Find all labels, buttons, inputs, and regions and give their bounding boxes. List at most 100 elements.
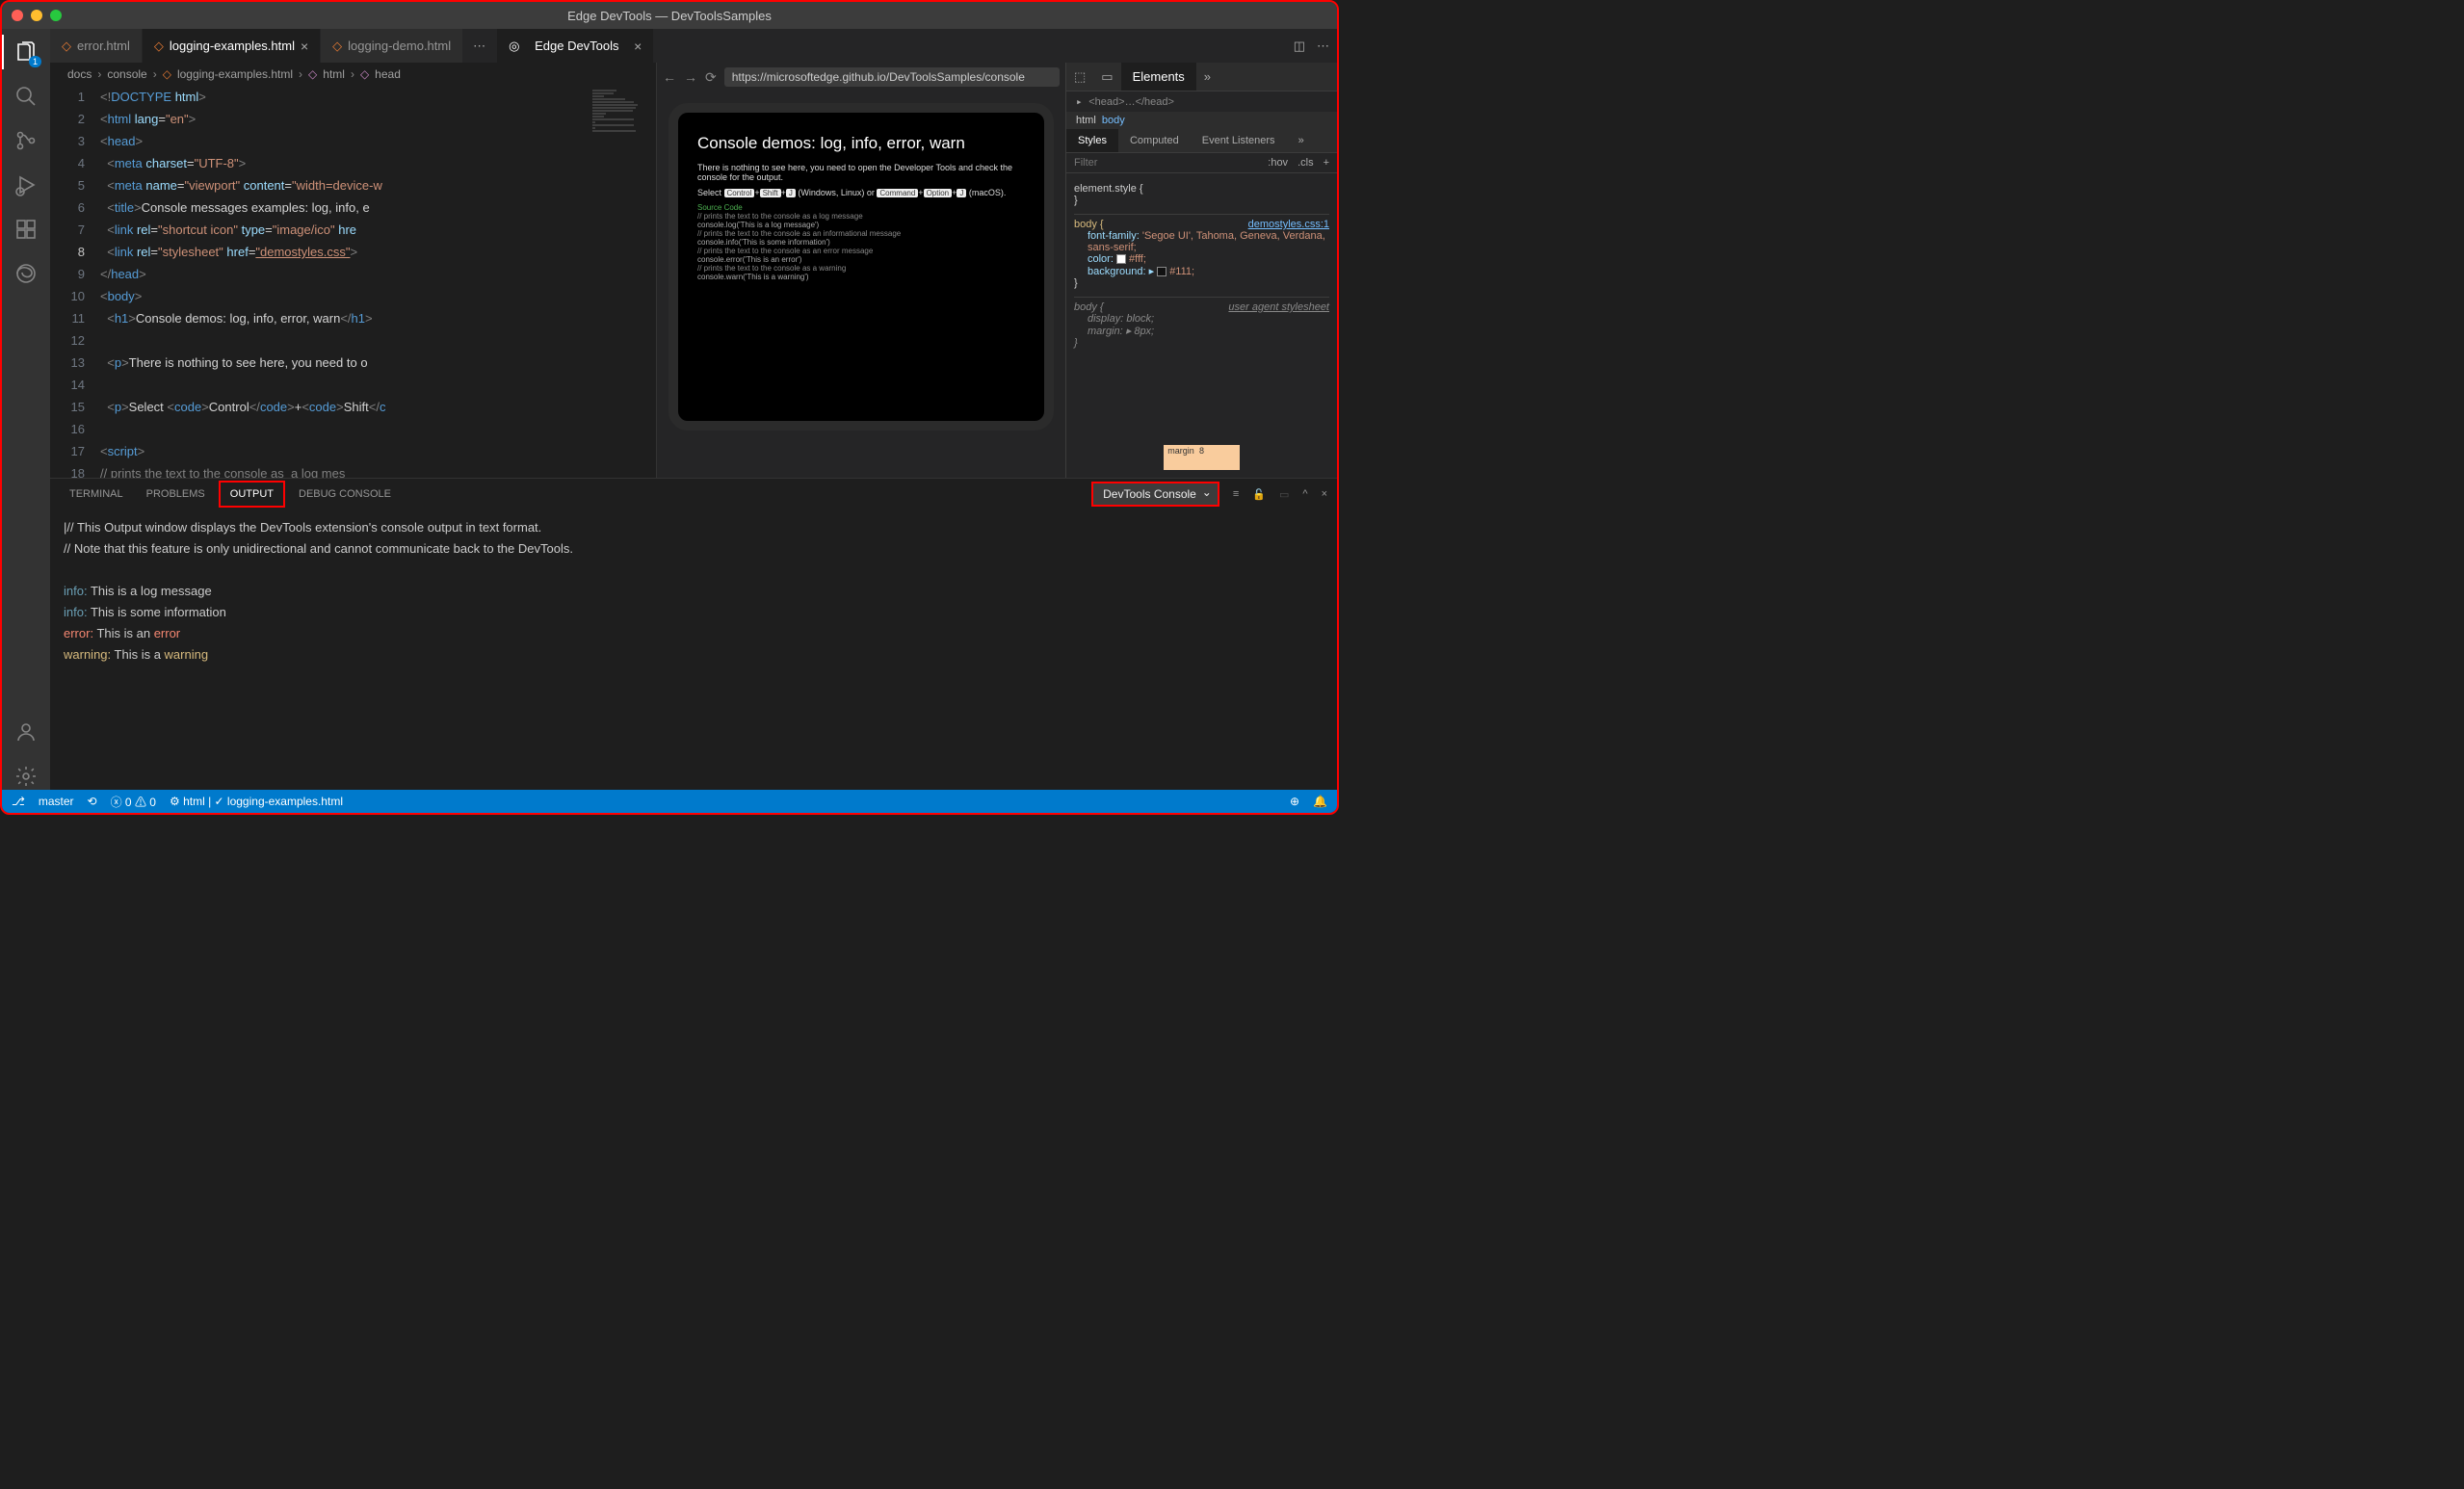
dom-tree[interactable]: ▸ <head>…</head> [1066,91,1337,112]
tab-terminal[interactable]: TERMINAL [60,483,133,506]
status-bar: ⎇ master ⟲ ⓧ 0 ⚠ 0 ⚙ html | ✓ logging-exa… [2,790,1337,813]
clear-icon[interactable]: 🔓 [1252,488,1266,501]
explorer-icon[interactable]: 1 [13,39,39,65]
close-icon[interactable]: × [634,39,642,54]
url-input[interactable] [724,67,1060,87]
page-p2: Select Control+Shift+J (Windows, Linux) … [697,188,1025,197]
problems-status[interactable]: ⓧ 0 ⚠ 0 [111,794,156,810]
tab-edge-devtools[interactable]: ◎ Edge DevTools × [497,29,654,63]
activity-bar: 1 [2,29,50,790]
tab-label: logging-demo.html [348,39,451,53]
crumb[interactable]: html [323,67,345,81]
more-tabs-icon[interactable]: » [1196,69,1219,84]
panel-tabs: TERMINAL PROBLEMS OUTPUT DEBUG CONSOLE D… [50,479,1337,509]
page-p1: There is nothing to see here, you need t… [697,163,1025,182]
tab-styles[interactable]: Styles [1066,129,1118,152]
content-area: ◇error.html ◇logging-examples.html× ◇log… [50,29,1337,790]
explorer-badge: 1 [29,56,41,67]
tab-debug-console[interactable]: DEBUG CONSOLE [289,483,401,506]
css-rules[interactable]: element.style {} demostyles.css:1 body {… [1066,173,1337,437]
source-link[interactable]: demostyles.css:1 [1248,219,1329,230]
tab-error-html[interactable]: ◇error.html [50,29,143,63]
forward-icon[interactable]: → [684,69,697,85]
styles-filter-row: :hov .cls + [1066,153,1337,173]
feedback-icon[interactable]: ⊕ [1290,795,1299,808]
element-picker-icon[interactable]: ⬚ [1066,69,1093,85]
zoom-window[interactable] [50,10,62,21]
styles-tabs: Styles Computed Event Listeners » [1066,129,1337,153]
editor-split: docs› console› ◇logging-examples.html› ◇… [50,63,1337,478]
tab-label: Edge DevTools [535,39,618,53]
account-icon[interactable] [13,718,39,745]
close-panel-icon[interactable]: × [1322,488,1327,500]
output-channel-dropdown[interactable]: DevTools Console [1091,482,1219,507]
language-status[interactable]: ⚙ html | ✓ logging-examples.html [170,795,343,808]
tab-elements[interactable]: Elements [1121,63,1196,91]
inspector-column: ⬚ ▭ Elements » ▸ <head>…</head> html bod… [1066,63,1337,478]
cls-toggle[interactable]: .cls [1298,157,1314,169]
edge-icon: ◎ [509,39,519,54]
dom-breadcrumb[interactable]: html body [1066,112,1337,129]
split-editor-icon[interactable]: ◫ [1294,39,1305,54]
more-actions-icon[interactable]: ⋯ [1317,39,1329,54]
tab-overflow[interactable]: ⋯ [463,29,495,63]
editor-body[interactable]: 123456789101112131415161718 <!DOCTYPE ht… [50,86,656,478]
tab-computed[interactable]: Computed [1118,129,1191,152]
symbol-icon: ◇ [308,67,317,81]
tab-logging-demo[interactable]: ◇logging-demo.html [321,29,463,63]
settings-icon[interactable]: ≡ [1233,488,1239,500]
tab-label: error.html [77,39,130,53]
crumb[interactable]: head [375,67,401,81]
tab-event-listeners[interactable]: Event Listeners [1191,129,1287,152]
crumb[interactable]: docs [67,67,92,81]
page-code: Source Code // prints the text to the co… [697,203,1025,281]
code-content[interactable]: <!DOCTYPE html> <html lang="en"> <head> … [100,86,656,478]
css-rule[interactable]: element.style {} [1074,179,1329,206]
doc-icon[interactable]: ▭ [1279,488,1289,501]
css-rule[interactable]: user agent stylesheet body { display: bl… [1074,297,1329,349]
back-icon[interactable]: ← [663,69,676,85]
crumb[interactable]: logging-examples.html [177,67,293,81]
branch-name[interactable]: master [39,795,74,808]
minimap[interactable] [589,86,656,478]
tab-problems[interactable]: PROBLEMS [137,483,215,506]
crumb[interactable]: console [107,67,146,81]
vscode-window: Edge DevTools — DevToolsSamples 1 ◇error… [0,0,1339,815]
more-tabs-icon[interactable]: » [1287,129,1316,152]
output-body[interactable]: |// This Output window displays the DevT… [50,509,1337,790]
extensions-icon[interactable] [13,216,39,243]
close-icon[interactable]: × [301,39,308,54]
reload-icon[interactable]: ⟳ [705,69,717,86]
output-line: // Note that this feature is only unidir… [64,538,1324,560]
styles-filter-input[interactable] [1074,157,1258,169]
code-editor-pane: docs› console› ◇logging-examples.html› ◇… [50,63,657,478]
minimize-window[interactable] [31,10,42,21]
scm-icon[interactable] [13,127,39,154]
sync-icon[interactable]: ⟲ [88,795,97,808]
css-rule[interactable]: demostyles.css:1 body { font-family: 'Se… [1074,214,1329,289]
inspector-toolbar: ⬚ ▭ Elements » [1066,63,1337,91]
add-rule-icon[interactable]: + [1324,157,1329,169]
box-model[interactable]: margin8 [1066,437,1337,478]
search-icon[interactable] [13,83,39,110]
main-area: 1 ◇error.html ◇logging-examples.html× ◇l… [2,29,1337,790]
breadcrumb[interactable]: docs› console› ◇logging-examples.html› ◇… [50,63,656,86]
close-window[interactable] [12,10,23,21]
tab-logging-examples[interactable]: ◇ logging-examples.html × [143,29,321,63]
maximize-panel-icon[interactable]: ^ [1302,488,1307,500]
source-link: user agent stylesheet [1228,301,1329,313]
edge-icon[interactable] [13,260,39,287]
output-line: info: This is some information [64,602,1324,623]
url-bar: ← → ⟳ [657,63,1065,91]
tab-output[interactable]: OUTPUT [219,481,285,508]
branch-icon[interactable]: ⎇ [12,795,25,808]
debug-icon[interactable] [13,171,39,198]
titlebar: Edge DevTools — DevToolsSamples [2,2,1337,29]
hov-toggle[interactable]: :hov [1268,157,1288,169]
device-toggle-icon[interactable]: ▭ [1093,69,1120,85]
notifications-icon[interactable]: 🔔 [1313,795,1327,808]
symbol-icon: ◇ [360,67,369,81]
tab-label: logging-examples.html [170,39,295,53]
settings-icon[interactable] [13,763,39,790]
html-icon: ◇ [154,39,164,54]
